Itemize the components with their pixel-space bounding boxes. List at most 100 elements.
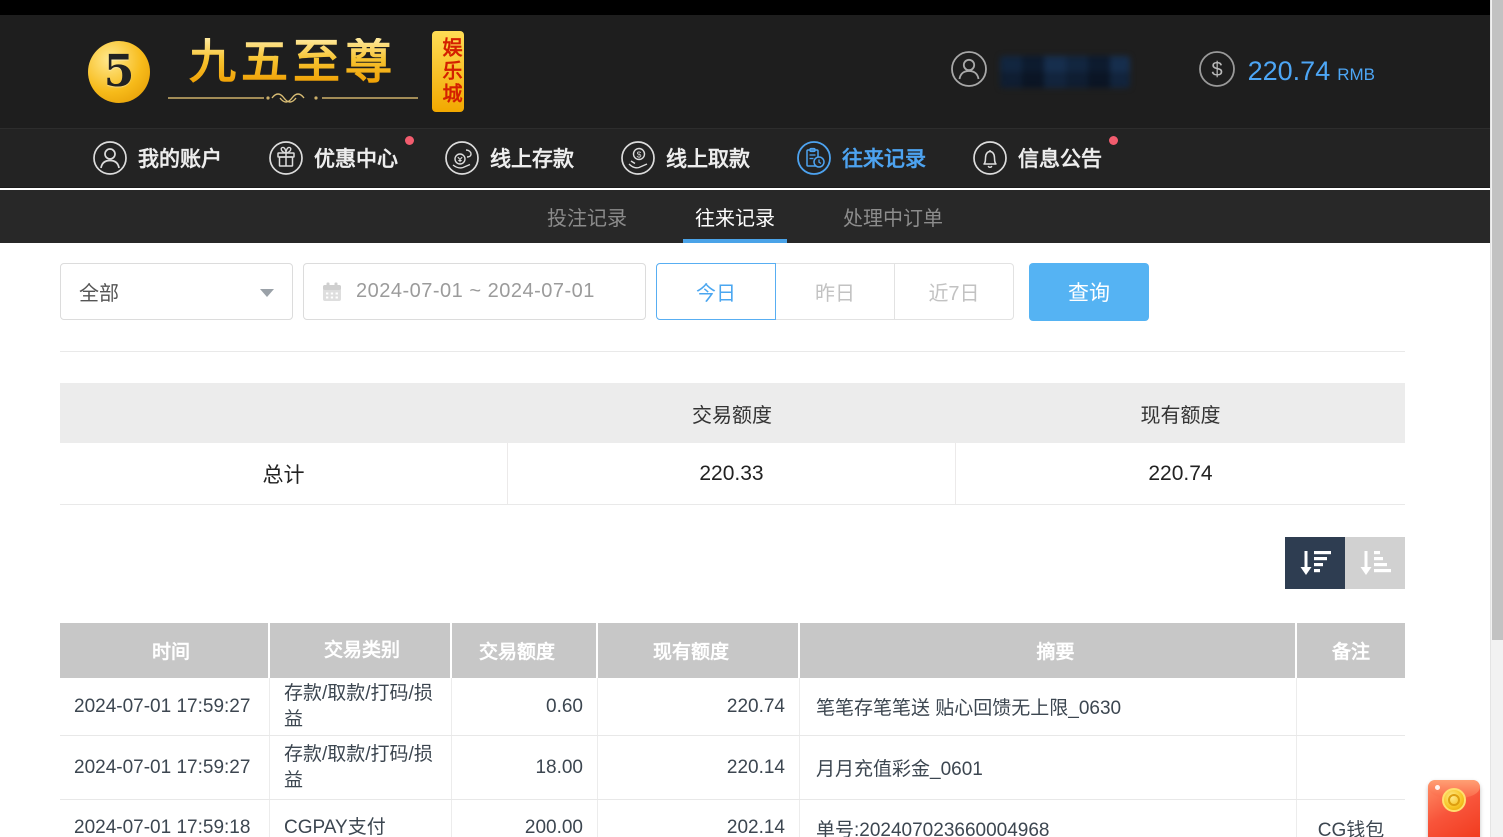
cell-amount: 200.00: [452, 800, 598, 837]
filter-bar: 全部 2024-07-01 ~ 2024-07-01 今日 昨日 近7日 查询: [60, 263, 1149, 321]
date-range-value: 2024-07-01 ~ 2024-07-01: [356, 280, 595, 303]
bell-icon: [972, 140, 1008, 176]
nav-item-promotions[interactable]: 优惠中心: [268, 140, 398, 176]
cell-type: 存款/取款/打码/损益: [270, 736, 452, 799]
user-icon: [92, 140, 128, 176]
logo-badge: 娱乐城: [432, 31, 464, 112]
type-select[interactable]: 全部: [60, 263, 293, 320]
record-tabs: 投注记录 往来记录 处理中订单: [0, 190, 1490, 243]
cell-summary: 单号:202407023660004968: [800, 800, 1297, 837]
nav-label: 线上存款: [490, 143, 574, 173]
coin-icon: [1442, 788, 1466, 812]
sort-controls: [60, 537, 1405, 589]
sort-descending-icon: [1297, 548, 1333, 578]
envelope-highlight: [1435, 785, 1440, 790]
balance-group[interactable]: $ 220.74 RMB: [1198, 50, 1375, 93]
sort-descending-button[interactable]: [1285, 537, 1345, 589]
gift-icon: [268, 140, 304, 176]
cell-amount: 18.00: [452, 736, 598, 799]
svg-text:$: $: [637, 150, 642, 160]
date-range-input[interactable]: 2024-07-01 ~ 2024-07-01: [303, 263, 646, 320]
nav-label: 线上取款: [666, 143, 750, 173]
sort-ascending-icon: [1357, 548, 1393, 578]
quick-btn-yesterday[interactable]: 昨日: [775, 263, 895, 320]
tab-transaction-records[interactable]: 往来记录: [683, 190, 787, 243]
col-header-time: 时间: [60, 623, 270, 678]
col-header-summary: 摘要: [800, 623, 1297, 678]
cell-time: 2024-07-01 17:59:18: [60, 800, 270, 837]
svg-text:$: $: [1211, 59, 1222, 81]
cell-balance: 202.14: [598, 800, 800, 837]
summary-header-transaction: 交易额度: [508, 383, 956, 443]
cell-time: 2024-07-01 17:59:27: [60, 678, 270, 735]
deposit-icon: [444, 140, 480, 176]
red-envelope-widget[interactable]: [1428, 780, 1480, 837]
table-row: 2024-07-01 17:59:27 存款/取款/打码/损益 18.00 22…: [60, 736, 1405, 800]
cell-balance: 220.74: [598, 678, 800, 735]
user-avatar-icon[interactable]: [950, 50, 988, 93]
col-header-balance: 现有额度: [598, 623, 800, 678]
cell-amount: 0.60: [452, 678, 598, 735]
records-table-header: 时间 交易类别 交易额度 现有额度 摘要 备注: [60, 623, 1405, 678]
site-logo[interactable]: 5 九五至尊 娱乐城: [88, 31, 464, 112]
notification-dot: [405, 136, 414, 145]
summary-table: 交易额度 现有额度 总计 220.33 220.74: [60, 383, 1405, 505]
browser-top-strip: [0, 0, 1490, 15]
cell-balance: 220.14: [598, 736, 800, 799]
summary-header-empty: [60, 383, 508, 443]
cell-summary: 笔笔存笔笔送 贴心回馈无上限_0630: [800, 678, 1297, 735]
col-header-amount: 交易额度: [452, 623, 598, 678]
quick-btn-last7days[interactable]: 近7日: [894, 263, 1014, 320]
col-header-type: 交易类别: [270, 623, 452, 678]
logo-emblem-icon: 5: [88, 41, 150, 103]
withdraw-icon: $: [620, 140, 656, 176]
cell-type: 存款/取款/打码/损益: [270, 678, 452, 735]
nav-item-deposit[interactable]: 线上存款: [444, 140, 574, 176]
nav-item-transaction-records[interactable]: 往来记录: [796, 140, 926, 176]
logo-flourish-icon: [164, 91, 422, 105]
main-nav: 我的账户 优惠中心 线上存款: [0, 128, 1490, 188]
nav-label: 优惠中心: [314, 143, 398, 173]
scrollbar-thumb[interactable]: [1492, 0, 1503, 640]
tab-processing-orders[interactable]: 处理中订单: [831, 190, 955, 243]
balance-amount: 220.74: [1248, 56, 1331, 87]
nav-item-withdraw[interactable]: $ 线上取款: [620, 140, 750, 176]
cell-type: CGPAY支付: [270, 800, 452, 837]
section-divider: [60, 351, 1405, 352]
nav-label: 往来记录: [842, 143, 926, 173]
summary-table-row: 总计 220.33 220.74: [60, 443, 1405, 505]
table-row: 2024-07-01 17:59:27 存款/取款/打码/损益 0.60 220…: [60, 678, 1405, 736]
username-redacted: [1000, 56, 1130, 88]
nav-label: 我的账户: [138, 143, 222, 173]
balance-currency: RMB: [1337, 59, 1375, 85]
sort-ascending-button[interactable]: [1345, 537, 1405, 589]
summary-transaction-total: 220.33: [508, 443, 956, 504]
table-row: 2024-07-01 17:59:18 CGPAY支付 200.00 202.1…: [60, 800, 1405, 837]
calendar-icon: [320, 280, 344, 304]
header-user-area: $ 220.74 RMB: [950, 50, 1375, 93]
logo-text-block: 九五至尊: [164, 38, 422, 105]
chevron-down-icon: [260, 289, 274, 297]
col-header-note: 备注: [1297, 623, 1405, 678]
summary-header-balance: 现有额度: [956, 383, 1405, 443]
nav-item-announcements[interactable]: 信息公告: [972, 140, 1102, 176]
site-header: 5 九五至尊 娱乐城 $: [0, 15, 1490, 128]
type-select-value: 全部: [79, 277, 119, 306]
notification-dot: [1109, 136, 1118, 145]
logo-title: 九五至尊: [189, 38, 397, 85]
search-button[interactable]: 查询: [1029, 263, 1149, 321]
cell-note: [1297, 678, 1405, 735]
summary-table-header: 交易额度 现有额度: [60, 383, 1405, 443]
records-icon: [796, 140, 832, 176]
nav-item-my-account[interactable]: 我的账户: [92, 140, 222, 176]
nav-label: 信息公告: [1018, 143, 1102, 173]
cell-summary: 月月充值彩金_0601: [800, 736, 1297, 799]
tab-betting-records[interactable]: 投注记录: [535, 190, 639, 243]
currency-dollar-icon: $: [1198, 50, 1236, 93]
records-table: 时间 交易类别 交易额度 现有额度 摘要 备注 2024-07-01 17:59…: [60, 623, 1405, 837]
quick-btn-today[interactable]: 今日: [656, 263, 776, 320]
page-scrollbar[interactable]: [1490, 0, 1503, 837]
quick-date-group: 今日 昨日 近7日: [656, 263, 1014, 320]
cell-time: 2024-07-01 17:59:27: [60, 736, 270, 799]
summary-total-label: 总计: [60, 443, 508, 504]
